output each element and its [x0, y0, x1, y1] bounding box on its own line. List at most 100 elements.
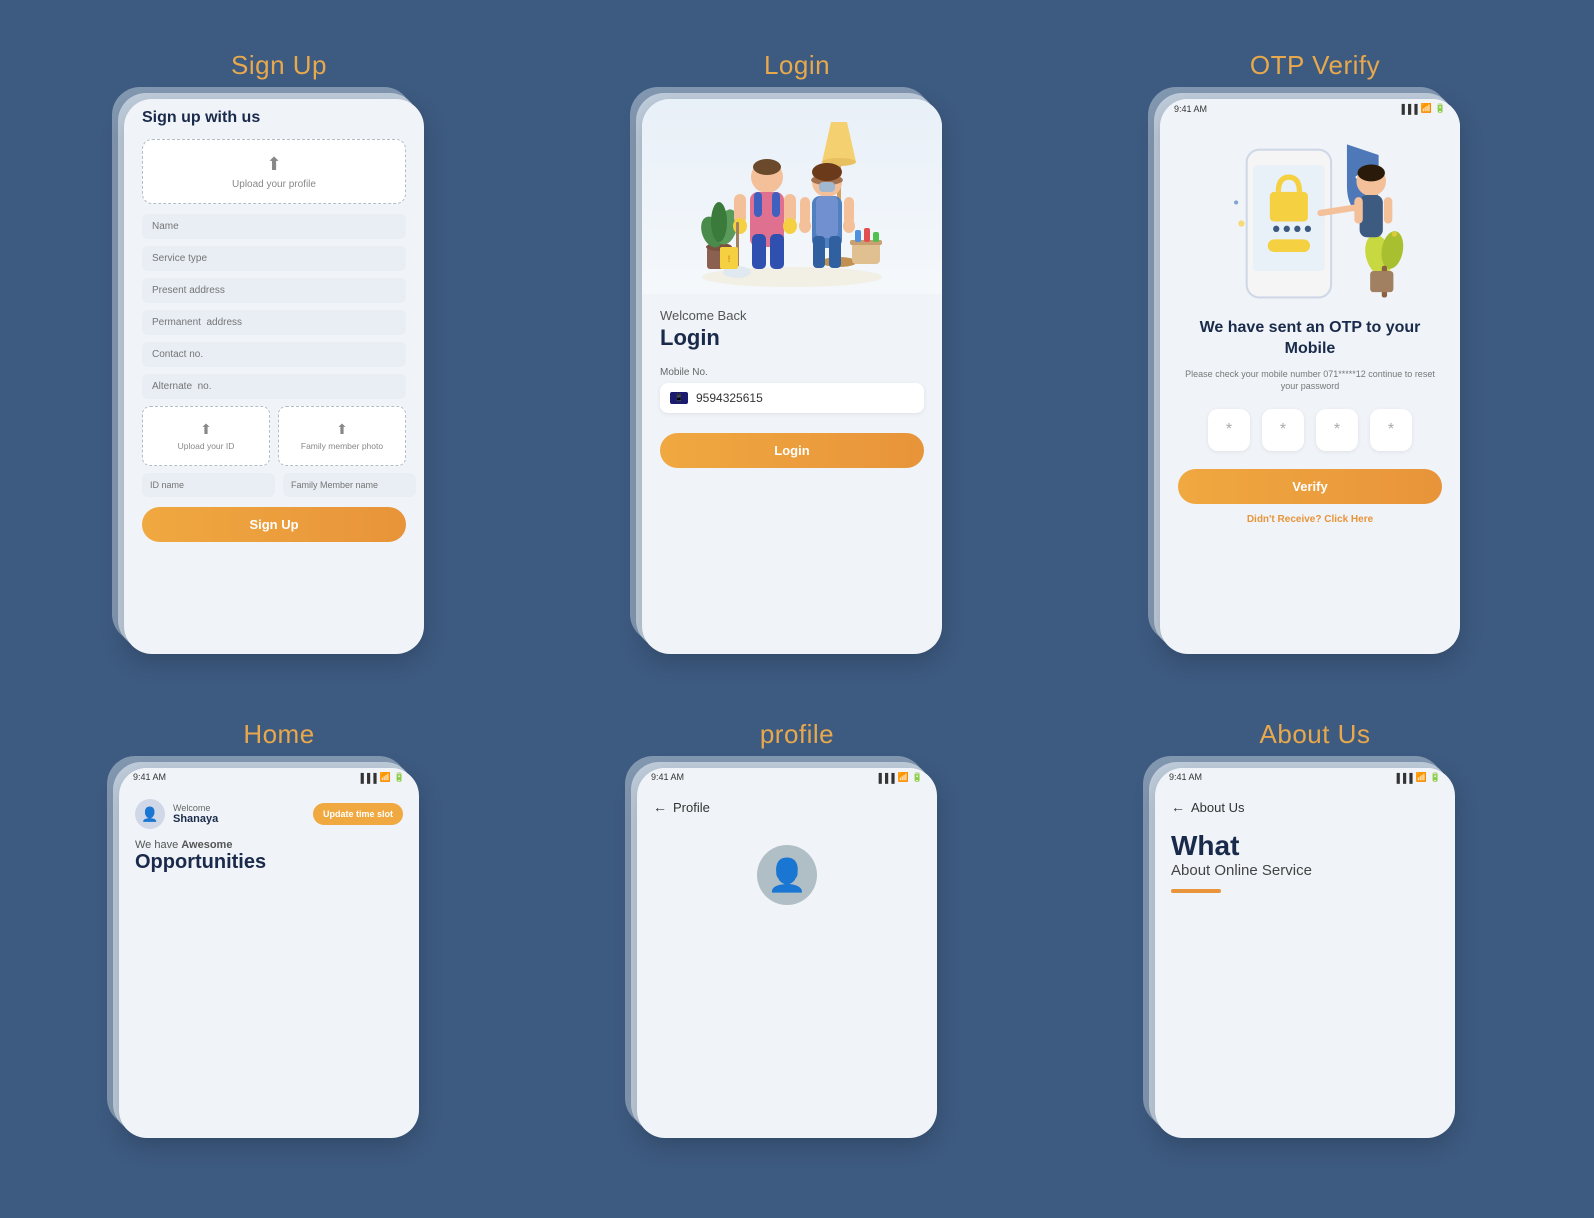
profile-battery-icon: 🔋	[912, 772, 923, 783]
family-member-name-input[interactable]	[283, 473, 416, 497]
home-title: Home	[243, 719, 314, 750]
permanent-address-input[interactable]	[142, 310, 406, 335]
about-back-row: ← About Us	[1171, 799, 1439, 815]
flag-icon: 📱	[670, 392, 688, 404]
home-phone-screen: 9:41 AM ▐▐▐ 📶 🔋 👤 Welcome Shanaya	[119, 768, 419, 1138]
profile-status-icons: ▐▐▐ 📶 🔋	[875, 772, 923, 783]
resend-link[interactable]: Click Here	[1324, 514, 1373, 525]
signup-section: Sign Up Sign up with us ⬆ Upload your pr…	[20, 30, 538, 699]
back-arrow-icon[interactable]: ←	[653, 799, 667, 815]
alternate-input[interactable]	[142, 374, 406, 399]
upload-profile-icon: ⬆	[266, 154, 281, 175]
login-section: Login	[538, 30, 1056, 699]
otp-section: OTP Verify 9:41 AM ▐▐▐ 📶 🔋	[1056, 30, 1574, 699]
signup-button[interactable]: Sign Up	[142, 507, 406, 542]
profile-title: profile	[760, 719, 834, 750]
signup-phone-screen: Sign up with us ⬆ Upload your profile ⬆ …	[124, 99, 424, 654]
otp-illustration	[1160, 118, 1460, 308]
mobile-label: Mobile No.	[660, 367, 924, 378]
login-phone-stack: !	[642, 99, 952, 669]
home-time: 9:41 AM	[133, 772, 166, 783]
upload-id-icon: ⬆	[200, 421, 212, 438]
about-status-icons: ▐▐▐ 📶 🔋	[1393, 772, 1441, 783]
opp-pre: We have	[135, 839, 178, 851]
signal-icon: ▐▐▐	[1398, 104, 1417, 114]
about-subtitle: About Online Service	[1171, 862, 1439, 879]
otp-box-1[interactable]: *	[1208, 409, 1250, 451]
signup-screen-heading: Sign up with us	[142, 109, 406, 127]
about-section: About Us 9:41 AM ▐▐▐ 📶 🔋 ← About Us What…	[1056, 699, 1574, 1188]
wifi-icon: 📶	[1421, 103, 1432, 114]
home-wifi-icon: 📶	[380, 772, 391, 783]
profile-wifi-icon: 📶	[898, 772, 909, 783]
opportunities-section: We have Awesome Opportunities	[135, 839, 403, 874]
about-phone-screen: 9:41 AM ▐▐▐ 📶 🔋 ← About Us What About On…	[1155, 768, 1455, 1138]
login-title: Login	[764, 50, 830, 81]
otp-status-bar: 9:41 AM ▐▐▐ 📶 🔋	[1160, 99, 1460, 118]
family-photo-icon: ⬆	[336, 421, 348, 438]
profile-phone-stack: 9:41 AM ▐▐▐ 📶 🔋 ← Profile 👤	[637, 768, 957, 1158]
about-time: 9:41 AM	[1169, 772, 1202, 783]
profile-avatar-container: 👤	[653, 845, 921, 905]
name-input[interactable]	[142, 214, 406, 239]
otp-box-2[interactable]: *	[1262, 409, 1304, 451]
service-type-input[interactable]	[142, 246, 406, 271]
home-header: 👤 Welcome Shanaya Update time slot	[135, 799, 403, 829]
about-battery-icon: 🔋	[1430, 772, 1441, 783]
opp-title: Opportunities	[135, 851, 403, 874]
otp-content: We have sent an OTP to your Mobile Pleas…	[1160, 308, 1460, 535]
battery-icon: 🔋	[1435, 103, 1446, 114]
about-back-label: About Us	[1191, 800, 1244, 815]
about-phone-stack: 9:41 AM ▐▐▐ 📶 🔋 ← About Us What About On…	[1155, 768, 1475, 1158]
login-screen-heading: Login	[660, 325, 924, 351]
upload-profile-label: Upload your profile	[232, 179, 316, 190]
upload-profile-box[interactable]: ⬆ Upload your profile	[142, 139, 406, 204]
update-time-slot-button[interactable]: Update time slot	[313, 803, 403, 825]
profile-phone-screen: 9:41 AM ▐▐▐ 📶 🔋 ← Profile 👤	[637, 768, 937, 1138]
profile-avatar: 👤	[757, 845, 817, 905]
verify-button[interactable]: Verify	[1178, 469, 1442, 504]
user-info: 👤 Welcome Shanaya	[135, 799, 218, 829]
otp-resend-text: Didn't Receive? Click Here	[1178, 514, 1442, 525]
login-illustration: !	[642, 99, 942, 294]
mobile-input-row: 📱 9594325615	[660, 383, 924, 413]
profile-back-row: ← Profile	[653, 799, 921, 815]
about-content: ← About Us What About Online Service	[1155, 787, 1455, 905]
upload-row: ⬆ Upload your ID ⬆ Family member photo	[142, 406, 406, 466]
id-name-input[interactable]	[142, 473, 275, 497]
home-signal-icon: ▐▐▐	[357, 773, 376, 783]
home-status-icons: ▐▐▐ 📶 🔋	[357, 772, 405, 783]
otp-box-3[interactable]: *	[1316, 409, 1358, 451]
home-battery-icon: 🔋	[394, 772, 405, 783]
otp-heading: We have sent an OTP to your Mobile	[1178, 318, 1442, 360]
about-orange-bar	[1171, 889, 1221, 893]
otp-status-icons: ▐▐▐ 📶 🔋	[1398, 103, 1446, 114]
upload-id-box[interactable]: ⬆ Upload your ID	[142, 406, 270, 466]
family-photo-box[interactable]: ⬆ Family member photo	[278, 406, 406, 466]
profile-back-label: Profile	[673, 800, 710, 815]
family-photo-label: Family member photo	[301, 441, 383, 451]
otp-lock-svg	[1210, 118, 1410, 308]
user-text: Welcome Shanaya	[173, 803, 218, 825]
mobile-number: 9594325615	[696, 391, 763, 405]
about-back-icon[interactable]: ←	[1171, 799, 1185, 815]
upload-id-label: Upload your ID	[178, 441, 235, 451]
opp-subtext: We have Awesome	[135, 839, 403, 851]
id-row	[142, 473, 406, 497]
resend-prefix: Didn't Receive?	[1247, 514, 1322, 525]
about-title: About Us	[1260, 719, 1371, 750]
otp-box-4[interactable]: *	[1370, 409, 1412, 451]
present-address-input[interactable]	[142, 278, 406, 303]
otp-input-row: * * * *	[1178, 409, 1442, 451]
user-name: Shanaya	[173, 813, 218, 825]
svg-text:!: !	[728, 254, 731, 264]
contact-input[interactable]	[142, 342, 406, 367]
signup-phone-stack: Sign up with us ⬆ Upload your profile ⬆ …	[124, 99, 434, 669]
otp-title: OTP Verify	[1250, 50, 1380, 81]
signup-title: Sign Up	[231, 50, 327, 81]
profile-content: ← Profile 👤	[637, 787, 937, 917]
login-content: Welcome Back Login Mobile No. 📱 95943256…	[642, 294, 942, 482]
login-button[interactable]: Login	[660, 433, 924, 468]
welcome-text: Welcome Back	[660, 308, 924, 323]
login-phone-screen: !	[642, 99, 942, 654]
